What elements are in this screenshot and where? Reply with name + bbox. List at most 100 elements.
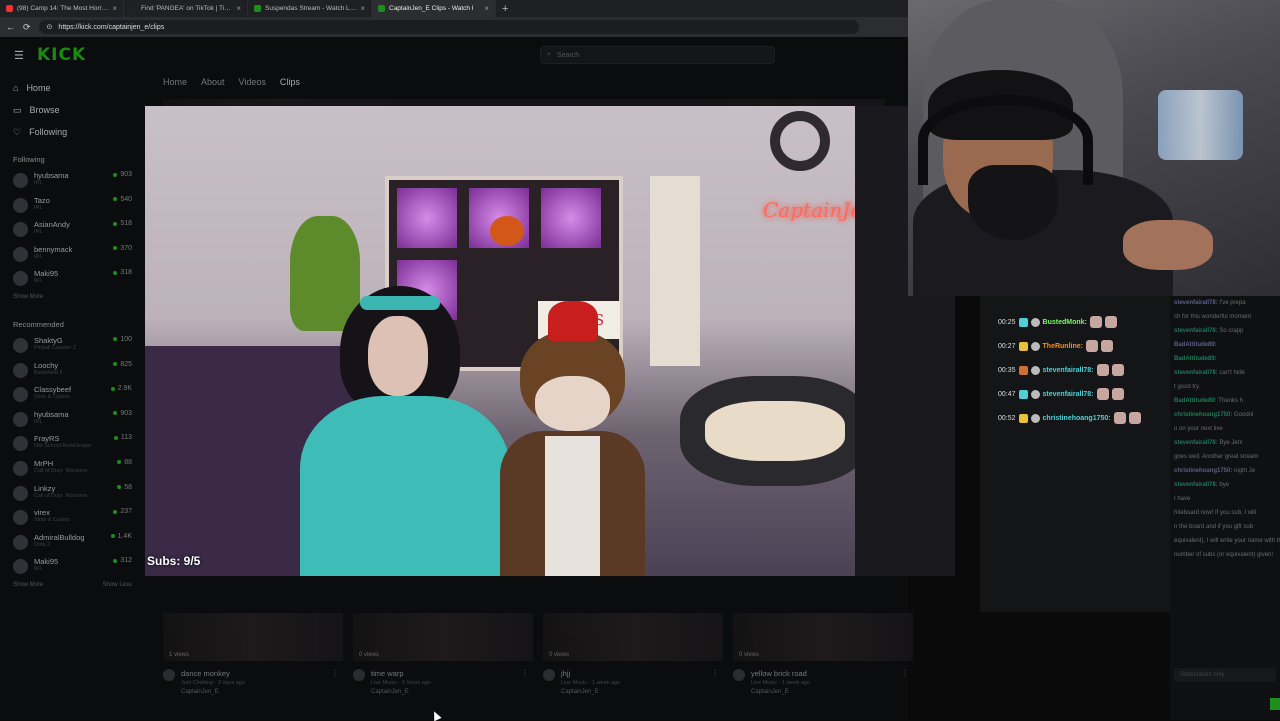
browser-tab[interactable]: Find 'PANGEA' on TikTok | TikTok × (124, 0, 248, 17)
channel-name: Loochy (34, 360, 59, 370)
clip-title[interactable]: dance monkey (181, 669, 245, 678)
close-icon[interactable]: × (112, 4, 117, 13)
chat-input[interactable]: Subscribers only (1174, 668, 1276, 682)
more-options-icon[interactable]: ⋮ (901, 669, 909, 678)
sidebar-channel[interactable]: bennymack IRL 370 (0, 243, 145, 268)
clip-owner[interactable]: CaptainJen_E (181, 689, 245, 695)
show-more-button[interactable]: Show More (13, 582, 43, 596)
chat-username[interactable]: BadAttitude89: (1174, 342, 1217, 348)
clip-owner[interactable]: CaptainJen_E (751, 689, 810, 695)
sidebar-channel[interactable]: MrPH Call of Duty: Warzone 88 (0, 457, 145, 482)
emote-icon (1111, 364, 1124, 376)
clip-title[interactable]: yellow brick road (751, 669, 810, 678)
clip-info: yellow brick road Live Music · 1 week ago… (733, 669, 913, 695)
sidebar-channel[interactable]: virex Slots & Casino 237 (0, 506, 145, 531)
new-tab-icon[interactable]: + (496, 0, 514, 17)
show-less-button[interactable]: Show Less (103, 582, 132, 596)
viewer-count-value: 903 (120, 409, 132, 417)
browser-tab[interactable]: CaptainJen_E Clips - Watch l × (372, 0, 496, 17)
chat-username[interactable]: BadAttitude89: (1174, 398, 1217, 404)
chat-username[interactable]: stevenfairall78: (1174, 370, 1218, 376)
more-options-icon[interactable]: ⋮ (711, 669, 719, 678)
chat-username[interactable]: stevenfairall78: (1174, 440, 1218, 446)
avatar (13, 173, 28, 188)
sidebar-channel[interactable]: hyubsama IRL 903 (0, 169, 145, 194)
clip-owner[interactable]: CaptainJen_E (561, 689, 620, 695)
chat-username[interactable]: christinehoang1750: (1174, 412, 1232, 418)
sidebar-channel[interactable]: Tazo IRL 540 (0, 194, 145, 219)
sidebar-item-home[interactable]: ⌂ Home (0, 77, 145, 99)
back-icon[interactable]: ← (6, 22, 15, 32)
viewer-count-value: 237 (120, 508, 132, 516)
viewer-count: 100 (113, 336, 132, 343)
avatar (13, 559, 28, 575)
more-options-icon[interactable]: ⋮ (331, 669, 339, 678)
hamburger-menu-icon[interactable]: ☰ (14, 49, 24, 62)
browser-tab[interactable]: (98) Camp 14: The Most Horrible × (0, 0, 124, 17)
sidebar-channel[interactable]: FrayRS Old School RuneScape 113 (0, 432, 145, 457)
channel-name: Linkzy (34, 483, 56, 493)
clip-thumbnail[interactable]: 0 views (733, 613, 913, 661)
clip-thumbnail[interactable]: 0 views (543, 613, 723, 661)
sidebar-item-browse[interactable]: ▭ Browse (0, 99, 145, 121)
site-info-icon[interactable]: ⊙ (47, 23, 53, 31)
chat-username[interactable]: stevenfairall78: (1174, 482, 1218, 488)
sidebar-channel[interactable]: AdmiralBulldog Dota 2 1.4K (0, 531, 145, 556)
channel-meta: Tazo IRL (34, 196, 107, 211)
tab-home[interactable]: Home (163, 77, 187, 87)
viewer-count: 2.9K (110, 385, 132, 392)
sidebar-channel[interactable]: Linkzy Call of Duty: Warzone 58 (0, 482, 145, 507)
chat-username[interactable]: BadAttitude89: (1174, 356, 1217, 362)
clip-thumbnail[interactable]: 0 views (353, 613, 533, 661)
clip-owner[interactable]: CaptainJen_E (371, 689, 431, 695)
clip-card[interactable]: 0 views time warp Live Music · 9 hours ago… (353, 613, 533, 695)
channel-name: hyubsama (34, 171, 69, 180)
tab-about[interactable]: About (201, 77, 225, 87)
clip-title[interactable]: time warp (371, 669, 431, 678)
sidebar-channel[interactable]: AsianAndy IRL 518 (0, 218, 145, 243)
sidebar-channel[interactable]: Maki95 IRL 312 (0, 555, 145, 580)
chat-message: t good try. (1170, 380, 1280, 394)
tab-clips[interactable]: Clips (280, 77, 300, 87)
chat-message: BadAttitude89: Thanks h (1170, 394, 1280, 408)
url-field[interactable]: ⊙ https://kick.com/captainjen_e/clips (38, 20, 859, 34)
video-player[interactable]: SUBS CaptainJenE Subs: 9/5 (145, 106, 955, 576)
tab-label: CaptainJen_E Clips - Watch l (389, 5, 474, 12)
chat-username[interactable]: stevenfairall78: (1174, 328, 1218, 334)
chat-username[interactable]: christinehoang1750: (1174, 468, 1232, 474)
close-icon[interactable]: × (484, 4, 489, 13)
channel-meta: Linkzy Call of Duty: Warzone (34, 484, 111, 499)
chat-message-text: u on your next live (1174, 426, 1223, 432)
clip-card[interactable]: 0 views jhjj Live Music · 1 week ago Captai… (543, 613, 723, 695)
stream-video-frame: SUBS CaptainJenE (145, 106, 890, 576)
browser-tab[interactable]: Suspendas Stream - Watch Live o × (248, 0, 372, 17)
stream-chat-overlay: 00:25 BustedMonk: 00:27 TheRunline: 00:35 ste… (980, 296, 1170, 612)
reload-icon[interactable]: ⟳ (23, 22, 31, 33)
chat-message-text: can't hide (1219, 370, 1245, 376)
sidebar-item-following[interactable]: ♡ Following (0, 121, 145, 143)
clip-info: dance monkey Just Chatting · 2 days ago Ca… (163, 669, 343, 695)
sidebar-channel[interactable]: Loochy Battlefield 6 825 (0, 359, 145, 384)
sidebar-channel[interactable]: Maki95 IRL 318 (0, 267, 145, 292)
sidebar-channel[interactable]: Classybeef Slots & Casino 2.9K (0, 383, 145, 408)
kick-logo[interactable]: KICK (37, 45, 86, 65)
search-input[interactable]: ⌕ Search (540, 46, 775, 64)
viewer-count: 318 (113, 269, 132, 276)
close-icon[interactable]: × (236, 4, 241, 13)
more-options-icon[interactable]: ⋮ (521, 669, 529, 678)
chat-send-button[interactable] (1270, 698, 1280, 710)
clip-card[interactable]: 0 views yellow brick road Live Music · 1 w… (733, 613, 913, 695)
chat-username[interactable]: stevenfairall78: (1174, 300, 1218, 306)
live-dot-icon (113, 197, 118, 202)
viewer-count: 88 (117, 459, 132, 466)
tab-videos[interactable]: Videos (239, 77, 266, 87)
sidebar-channel[interactable]: hyubsama IRL 903 (0, 408, 145, 433)
tab-favicon-icon (130, 5, 137, 12)
clip-thumbnail[interactable]: 1 views (163, 613, 343, 661)
clip-card[interactable]: 1 views dance monkey Just Chatting · 2 day… (163, 613, 343, 695)
avatar (13, 534, 28, 550)
clip-title[interactable]: jhjj (561, 669, 620, 678)
close-icon[interactable]: × (360, 4, 365, 13)
show-more-following[interactable]: Show More (0, 294, 145, 308)
sidebar-channel[interactable]: ShaktyG Pinball Coaster 2 100 (0, 334, 145, 359)
